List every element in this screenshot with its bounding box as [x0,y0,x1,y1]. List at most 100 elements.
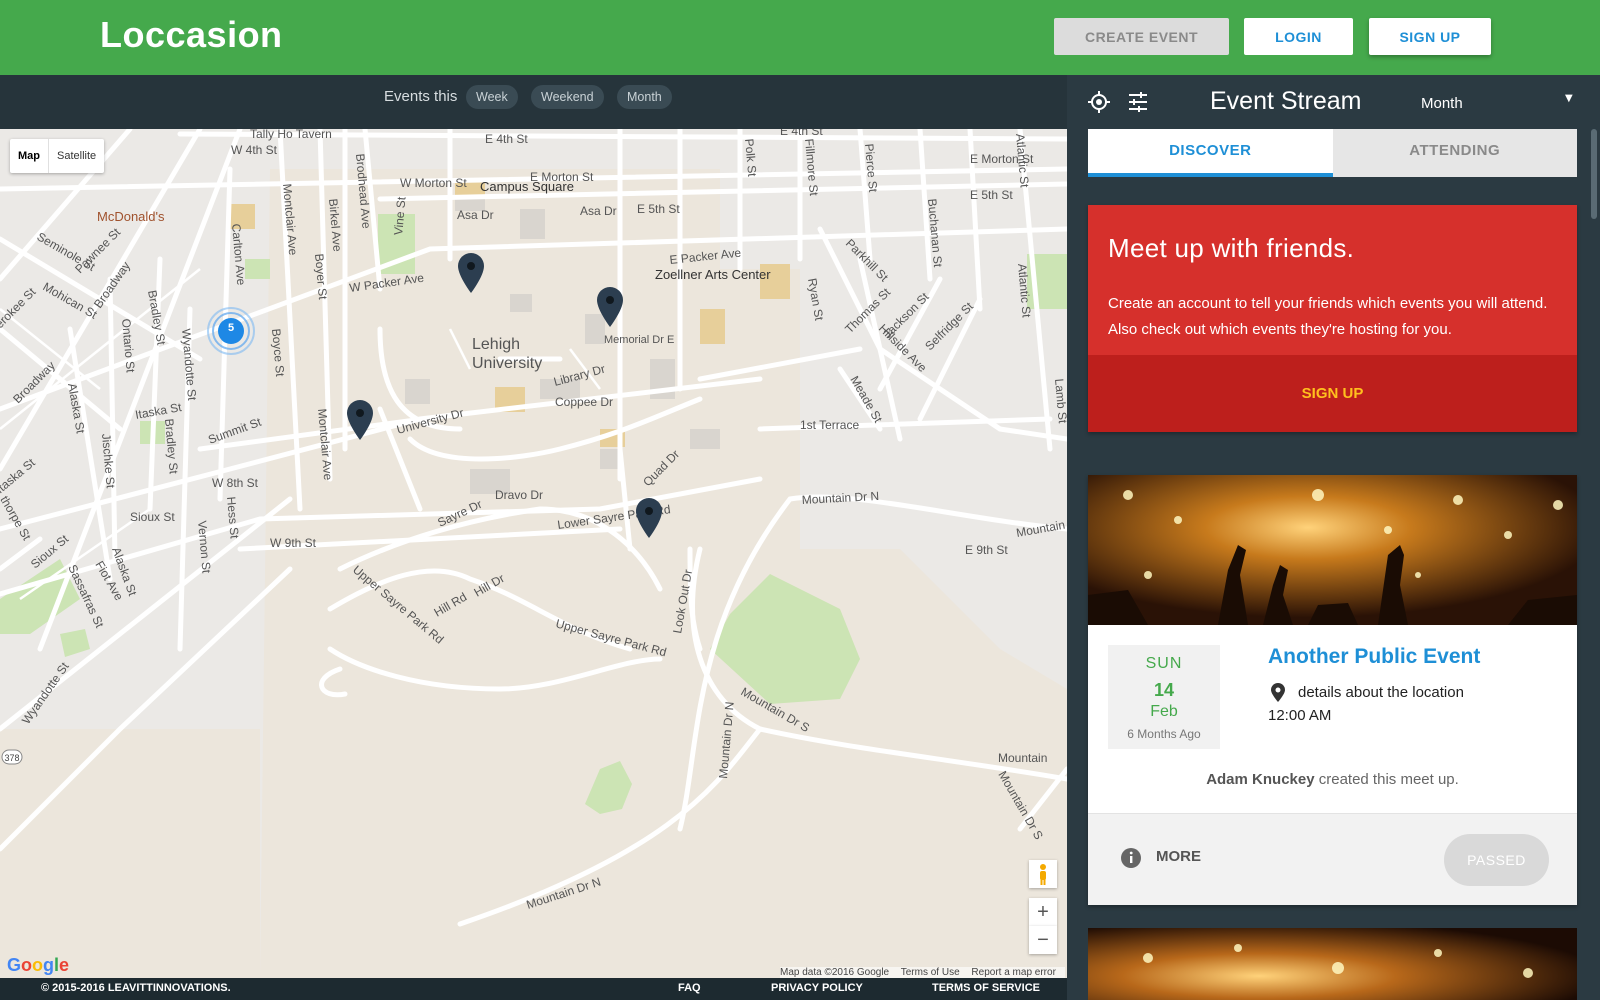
map-pin-icon [458,253,484,293]
google-logo[interactable]: Google [7,955,69,976]
map-type-satellite-button[interactable]: Satellite [49,139,104,173]
promo-sign-up-button[interactable]: SIGN UP [1088,355,1577,432]
map-label: McDonald's [97,209,165,224]
cluster-count: 5 [227,322,235,334]
event-card-footer: MORE PASSED [1088,813,1577,905]
map-terms-link[interactable]: Terms of Use [901,967,960,978]
footer: © 2015-2016 LEAVITTINNOVATIONS. FAQ PRIV… [0,978,1067,1000]
map-label: Wyandotte St [179,328,199,402]
create-event-button[interactable]: CREATE EVENT [1054,18,1229,55]
event-time: 12:00 AM [1268,707,1332,724]
stream-tabs: DISCOVER ATTENDING [1088,129,1577,177]
more-button[interactable]: MORE [1156,848,1201,865]
event-map[interactable]: 378 Tally Ho Tavern W 4th St E 4th St E … [0,129,1067,978]
event-creator-line: Adam Knuckey created this meet up. [1088,771,1577,788]
copyright-text: © 2015-2016 LEAVITTINNOVATIONS. [41,982,231,994]
event-map-pin[interactable] [456,252,486,294]
filter-weekend-button[interactable]: Weekend [531,85,604,109]
event-map-pin[interactable] [595,286,625,328]
map-label: Coppee Dr [555,395,613,409]
filter-label: Events this [384,88,458,105]
signup-promo-card: Meet up with friends. Create an account … [1088,205,1577,432]
event-cluster-marker[interactable]: 5 [207,307,255,355]
map-pin-icon [347,400,373,440]
map-label: E 4th St [780,129,823,138]
map-label: Dravo Dr [495,488,543,502]
brand-logo[interactable]: Loccasion [100,14,283,56]
map-label: Lehigh [472,336,520,353]
map-label: E 5th St [637,202,680,216]
event-day-of-week: SUN [1145,655,1183,672]
map-label: Tally Ho Tavern [250,129,332,141]
event-stream-title: Event Stream [1210,87,1362,115]
promo-body: Create an account to tell your friends w… [1108,295,1548,338]
filter-settings-icon[interactable] [1126,90,1150,118]
map-label: Wyandotte St [19,659,72,726]
map-label: University [472,355,542,372]
event-card[interactable]: SUN 14 Feb 6 Months Ago Another Public E… [1088,475,1577,905]
event-day: 14 [1153,680,1175,700]
map-tiles: 378 Tally Ho Tavern W 4th St E 4th St E … [0,129,1067,978]
map-label: Mountain Dr N [801,489,879,507]
map-pin-icon [636,498,662,538]
top-navbar: Loccasion CREATE EVENT LOGIN SIGN UP [0,0,1600,75]
map-label: W 9th St [270,536,317,550]
zoom-out-button[interactable]: − [1029,926,1057,954]
privacy-policy-link[interactable]: PRIVACY POLICY [771,982,863,994]
event-month: Feb [1150,703,1178,720]
map-label: W 8th St [212,476,259,490]
zoom-in-button[interactable]: + [1029,898,1057,926]
chevron-down-icon[interactable]: ▼ [1565,93,1573,104]
filter-week-button[interactable]: Week [466,85,518,109]
event-status-button[interactable]: PASSED [1444,834,1549,886]
event-location: details about the location [1298,684,1464,701]
sign-up-button[interactable]: SIGN UP [1369,18,1491,55]
range-select[interactable]: Month [1421,95,1463,112]
map-label: E 4th St [485,132,528,146]
tab-attending[interactable]: ATTENDING [1332,129,1577,177]
map-label: Sioux St [28,531,72,571]
map-label: E 5th St [970,188,1013,202]
login-button[interactable]: LOGIN [1244,18,1353,55]
event-map-pin[interactable] [634,497,664,539]
map-type-map-button[interactable]: Map [10,139,49,173]
map-report-error-link[interactable]: Report a map error [971,967,1055,978]
locate-me-icon[interactable] [1087,90,1111,118]
event-stream-header: Event Stream Month ▼ [1067,75,1600,129]
event-relative-time: 6 Months Ago [1127,727,1201,741]
map-label: Sioux St [130,510,175,524]
terms-of-service-link[interactable]: TERMS OF SERVICE [932,982,1040,994]
map-label: Zoellner Arts Center [655,267,771,282]
map-label: Vernon St [195,520,214,574]
event-image [1088,475,1577,625]
map-label: Mountain [998,751,1047,765]
street-view-pegman-icon[interactable] [1029,860,1057,888]
filter-month-button[interactable]: Month [617,85,672,109]
map-label: E 9th St [965,543,1008,557]
info-icon[interactable] [1120,847,1142,873]
creator-suffix: created this meet up. [1318,771,1459,788]
map-label: Asa Dr [457,208,494,222]
event-map-pin[interactable] [345,399,375,441]
map-type-control: Map Satellite [10,139,105,173]
creator-name[interactable]: Adam Knuckey [1206,771,1314,788]
map-label: Lamb St [1052,378,1067,424]
map-label: Hess St [224,496,242,540]
map-label: W Morton St [400,176,467,190]
tab-discover[interactable]: DISCOVER [1088,129,1333,177]
map-label: thorpe St [0,494,34,544]
sidebar-scrollbar[interactable] [1591,129,1597,219]
map-label: Mohican St [41,279,101,321]
map-label: Alaska St [65,382,88,435]
map-label: Campus Square [480,179,574,194]
map-label: Ryan St [805,277,826,322]
map-label: Polk St [742,138,759,178]
event-stream-sidebar: Event Stream Month ▼ DISCOVER ATTENDING … [1067,75,1600,1000]
event-image [1088,928,1577,1000]
event-card-next[interactable] [1088,928,1577,1000]
route-shield: 378 [4,753,19,763]
map-label: Bradley St [162,418,181,475]
faq-link[interactable]: FAQ [678,982,701,994]
event-title-link[interactable]: Another Public Event [1268,645,1480,669]
map-data-credit: Map data ©2016 Google [780,967,890,978]
